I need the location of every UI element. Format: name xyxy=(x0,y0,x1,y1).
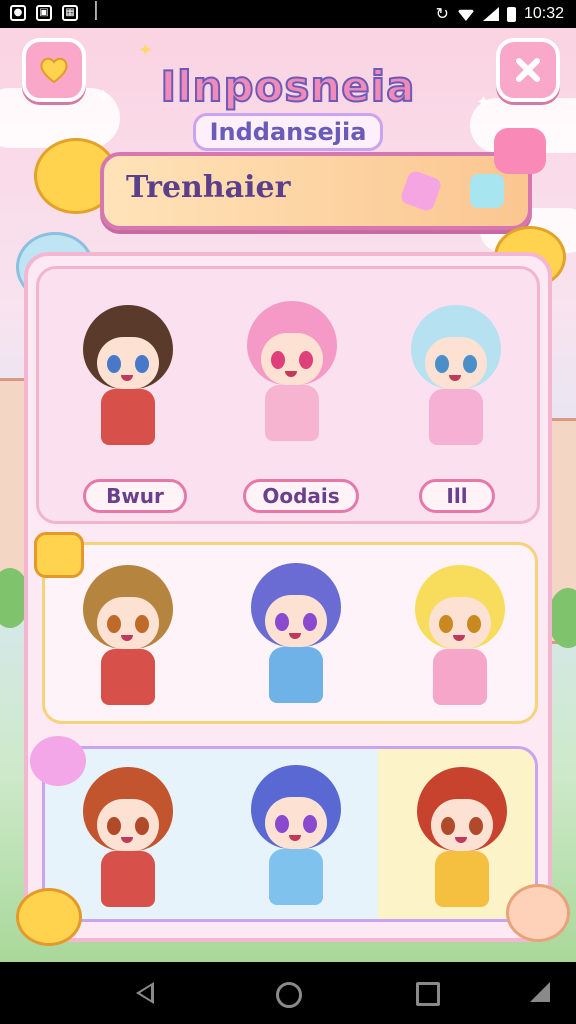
character-eye xyxy=(107,615,121,633)
wifi-icon xyxy=(456,9,475,21)
notification-icon-1: ● xyxy=(10,5,26,21)
character-eye xyxy=(299,351,313,369)
character-name-pill[interactable]: Oodais xyxy=(243,479,359,513)
character-card[interactable] xyxy=(231,755,361,915)
sync-icon: ↻ xyxy=(435,6,449,23)
sparkle-icon: ✦ xyxy=(96,86,112,107)
signal-icon xyxy=(482,7,499,21)
battery-icon xyxy=(506,6,516,22)
character-name: Bwur xyxy=(106,484,164,508)
sparkle-icon: ✦ xyxy=(476,92,492,113)
character-eye xyxy=(107,817,121,835)
character-eye xyxy=(469,817,483,835)
system-nav-bar xyxy=(0,962,576,1024)
character-eye xyxy=(435,355,449,373)
game-subtitle: Inddansejia xyxy=(192,113,384,151)
character-outfit xyxy=(269,647,323,703)
character-eye xyxy=(275,613,289,631)
close-icon xyxy=(516,58,540,82)
character-card[interactable] xyxy=(395,555,525,715)
notification-icon-3: ▦ xyxy=(62,5,78,21)
back-nav-icon-inner xyxy=(140,986,151,1000)
character-name-pill[interactable]: Bwur xyxy=(83,479,187,513)
character-eye xyxy=(135,615,149,633)
title-block: Ilnposneia Inddansejia xyxy=(130,61,446,151)
character-panel: Bwur Oodais Ill xyxy=(24,252,552,942)
character-eye xyxy=(439,615,453,633)
recents-nav-icon[interactable] xyxy=(416,982,440,1006)
character-row-1: Bwur Oodais Ill xyxy=(36,266,540,524)
character-eye xyxy=(463,355,477,373)
character-row-2 xyxy=(42,542,538,724)
status-bar: ● ▣ ▦ │ ↻ 10:32 xyxy=(0,0,576,28)
character-eye xyxy=(441,817,455,835)
game-title: Ilnposneia xyxy=(160,61,416,112)
character-outfit xyxy=(265,385,319,441)
character-name-pill[interactable]: Ill xyxy=(419,479,495,513)
character-card[interactable] xyxy=(397,757,527,917)
gem-icon xyxy=(470,174,504,208)
category-banner[interactable]: Trenhaier xyxy=(100,152,532,230)
character-name: Ill xyxy=(446,484,468,508)
character-card[interactable] xyxy=(63,555,193,715)
character-card[interactable] xyxy=(391,295,521,455)
favorite-button[interactable] xyxy=(22,38,86,102)
character-eye xyxy=(135,355,149,373)
character-outfit xyxy=(429,389,483,445)
character-eye xyxy=(107,355,121,373)
character-eye xyxy=(467,615,481,633)
character-outfit xyxy=(101,389,155,445)
character-eye xyxy=(303,815,317,833)
character-outfit xyxy=(433,649,487,705)
character-eye xyxy=(271,351,285,369)
heart-icon xyxy=(40,57,68,84)
character-card[interactable] xyxy=(63,295,193,455)
sparkle-icon: ✦ xyxy=(138,40,154,61)
character-eye xyxy=(275,815,289,833)
smiley-sticker-bottom xyxy=(16,888,82,946)
home-nav-icon[interactable] xyxy=(276,982,302,1008)
notification-icon-2: ▣ xyxy=(36,5,52,21)
candy-icon xyxy=(399,169,443,213)
clock: 10:32 xyxy=(523,5,564,22)
character-outfit xyxy=(435,851,489,907)
character-outfit xyxy=(101,649,155,705)
peach-sticker xyxy=(506,884,570,942)
character-card[interactable] xyxy=(227,291,357,451)
character-name: Oodais xyxy=(262,484,340,508)
character-outfit xyxy=(269,849,323,905)
pink-sticker xyxy=(494,128,546,174)
notification-icon-4: │ xyxy=(91,1,101,20)
character-card[interactable] xyxy=(63,757,193,917)
character-row-3 xyxy=(42,746,538,922)
character-card[interactable] xyxy=(231,553,361,713)
character-outfit xyxy=(101,851,155,907)
heart-sticker xyxy=(34,532,84,578)
keyboard-toggle-icon[interactable] xyxy=(530,982,550,1002)
banner-label: Trenhaier xyxy=(126,170,291,205)
character-eye xyxy=(135,817,149,835)
status-icons-right: ↻ 10:32 xyxy=(436,4,564,24)
blob-sticker xyxy=(30,736,86,786)
character-eye xyxy=(303,613,317,631)
status-icons-left: ● ▣ ▦ │ xyxy=(10,1,104,21)
close-button[interactable] xyxy=(496,38,560,102)
